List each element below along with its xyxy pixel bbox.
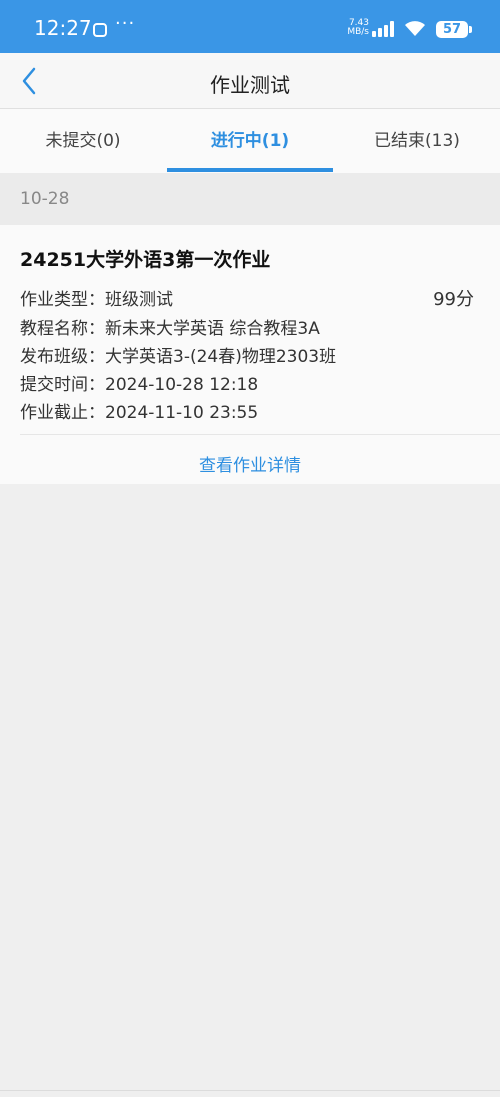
assignment-textbook: 教程名称：新未来大学英语 综合教程3A — [20, 319, 320, 339]
assignment-title: 24251大学外语3第一次作业 — [20, 249, 271, 271]
bottom-divider — [0, 1090, 500, 1091]
tab-not-submitted[interactable]: 未提交(0) — [0, 109, 166, 173]
network-speed-unit: MB/s — [347, 27, 369, 37]
tab-ended[interactable]: 已结束(13) — [334, 109, 500, 173]
date-header: 10-28 — [0, 173, 500, 225]
network-speed: 7.43 MB/s — [345, 19, 369, 37]
assignment-submit-time: 提交时间：2024-10-28 12:18 — [20, 375, 259, 395]
assignment-card[interactable]: 24251大学外语3第一次作业 99分 作业类型：班级测试 教程名称：新未来大学… — [0, 225, 500, 484]
assignment-score: 99分 — [433, 289, 474, 310]
battery-level: 57 — [442, 22, 462, 37]
wifi-icon — [405, 21, 425, 36]
assignment-type: 作业类型：班级测试 — [20, 290, 173, 310]
battery-icon: 57 — [436, 21, 472, 38]
card-divider — [20, 434, 500, 435]
page-title: 作业测试 — [210, 73, 290, 97]
tab-in-progress[interactable]: 进行中(1) — [167, 109, 333, 173]
assignment-deadline: 作业截止：2024-11-10 23:55 — [20, 403, 259, 423]
assignment-class: 发布班级：大学英语3-(24春)物理2303班 — [20, 347, 337, 367]
nav-bar: 作业测试 — [0, 53, 500, 109]
status-time: 12:27 — [34, 16, 92, 40]
more-notifications-icon: ··· — [115, 13, 136, 34]
app-notification-icon — [93, 23, 107, 37]
view-details-link[interactable]: 查看作业详情 — [0, 451, 500, 476]
signal-icon — [372, 21, 396, 37]
status-bar: 12:27 ··· 7.43 MB/s 57 — [0, 0, 500, 53]
tab-bar: 未提交(0) 进行中(1) 已结束(13) — [0, 109, 500, 173]
